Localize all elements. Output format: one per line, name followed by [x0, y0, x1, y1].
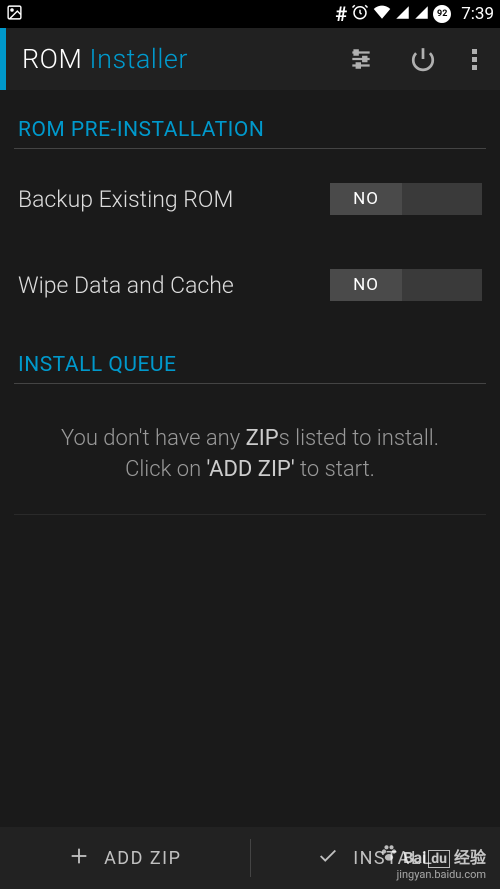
- row-label-backup: Backup Existing ROM: [18, 186, 233, 213]
- status-time: 7:39: [461, 4, 494, 24]
- plus-icon: [68, 845, 90, 872]
- row-backup[interactable]: Backup Existing ROM NO: [14, 149, 486, 249]
- text-bold: 'ADD ZIP': [207, 457, 295, 482]
- toggle-wipe[interactable]: NO: [330, 269, 482, 301]
- text-bold: ZIP: [246, 426, 279, 451]
- signal-icon-2: [414, 5, 429, 24]
- divider: [14, 514, 486, 515]
- android-status-bar: # 92 7:39: [0, 0, 500, 28]
- app-title: ROM Installer: [22, 43, 188, 75]
- alarm-icon: [351, 3, 369, 25]
- power-icon[interactable]: [410, 46, 436, 72]
- toggle-thumb: NO: [330, 183, 402, 215]
- main-content: ROM PRE-INSTALLATION Backup Existing ROM…: [0, 90, 500, 827]
- image-icon: [6, 4, 23, 25]
- overflow-menu-icon[interactable]: [472, 47, 478, 71]
- signal-icon: [395, 5, 410, 24]
- battery-icon: 92: [433, 5, 451, 23]
- settings-sliders-icon[interactable]: [348, 46, 374, 72]
- root-icon: #: [335, 2, 347, 26]
- toggle-thumb: NO: [330, 269, 402, 301]
- app-title-sub: Installer: [89, 43, 188, 75]
- install-label: INSTALL: [353, 848, 433, 869]
- add-zip-button[interactable]: ADD ZIP: [0, 827, 250, 889]
- check-icon: [317, 845, 339, 872]
- text: Click on: [125, 457, 206, 482]
- section-header-preinstall: ROM PRE-INSTALLATION: [14, 90, 486, 148]
- app-bar: ROM Installer: [0, 28, 500, 90]
- text: s listed to install.: [279, 426, 439, 451]
- app-title-main: ROM: [22, 43, 82, 75]
- queue-empty-message: You don't have any ZIPs listed to instal…: [14, 384, 486, 514]
- toggle-backup[interactable]: NO: [330, 183, 482, 215]
- text: You don't have any: [61, 426, 246, 451]
- wifi-icon: [373, 3, 391, 25]
- add-zip-label: ADD ZIP: [104, 848, 181, 869]
- text: to start.: [295, 457, 375, 482]
- accent-stripe: [0, 28, 6, 90]
- row-label-wipe: Wipe Data and Cache: [18, 272, 234, 299]
- bottom-action-bar: ADD ZIP INSTALL: [0, 827, 500, 889]
- section-header-queue: INSTALL QUEUE: [14, 335, 486, 383]
- install-button[interactable]: INSTALL: [251, 827, 500, 889]
- row-wipe[interactable]: Wipe Data and Cache NO: [14, 249, 486, 335]
